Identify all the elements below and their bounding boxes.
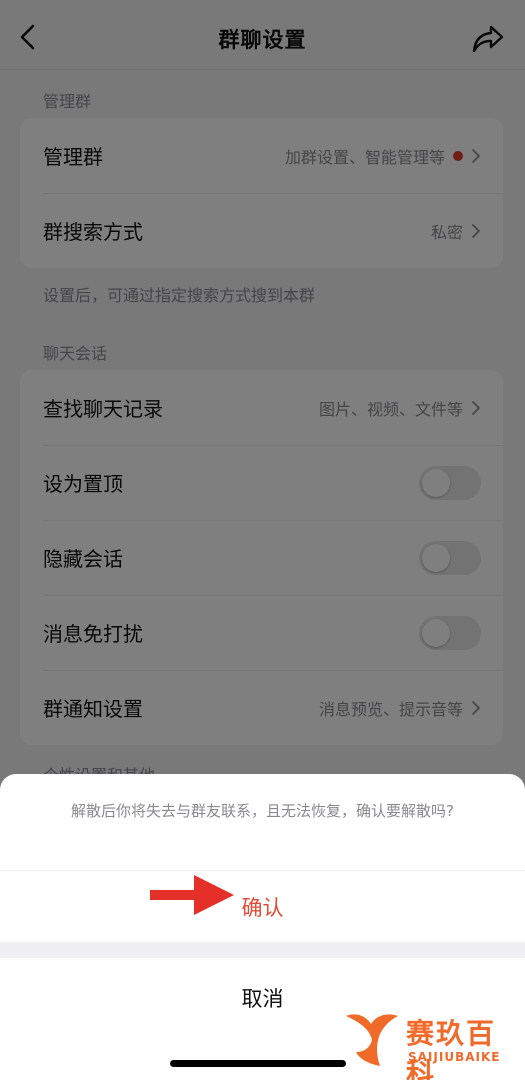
red-arrow-annotation-icon [150,875,234,915]
watermark: 赛玖百科 SAIJIUBAIKE [340,1008,520,1080]
watermark-cn-text: 赛玖百科 [406,1017,497,1080]
dissolve-warning-message: 解散后你将失去与群友联系，且无法恢复，确认要解散吗? [71,802,454,820]
home-indicator [170,1060,346,1067]
watermark-en-text: SAIJIUBAIKE [408,1050,501,1064]
whale-tail-logo-icon [346,1014,398,1066]
sheet-separator [0,942,525,958]
confirm-button[interactable]: 确认 [0,870,525,942]
